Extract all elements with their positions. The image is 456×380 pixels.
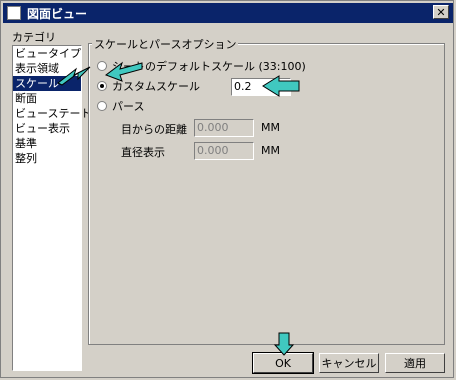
radio-perspective-label: パース	[112, 100, 145, 113]
category-list[interactable]: ビュータイプ 表示領域 スケール 断面 ビューステート ビュー表示 基準 整列	[12, 45, 91, 371]
eye-distance-input[interactable]: 0.000	[194, 119, 254, 137]
diameter-label: 直径表示	[121, 146, 165, 159]
category-item-view-state[interactable]: ビューステート	[13, 106, 91, 121]
app-icon	[7, 6, 21, 20]
annotation-arrow-ok-icon	[273, 332, 295, 356]
eye-distance-label: 目からの距離	[121, 123, 187, 136]
dialog-window: 図面ビュー ✕ カテゴリ ビュータイプ 表示領域 スケール 断面 ビューステート…	[0, 0, 454, 378]
category-label: カテゴリ	[12, 31, 56, 44]
group-title: スケールとパースオプション	[92, 36, 239, 52]
cancel-button[interactable]: キャンセル	[319, 353, 379, 373]
annotation-arrow-custom-icon	[104, 61, 143, 82]
diameter-unit: MM	[261, 144, 280, 157]
category-item-view-type[interactable]: ビュータイプ	[13, 46, 81, 61]
title-bar: 図面ビュー ✕	[3, 3, 453, 23]
annotation-arrow-scale-icon	[57, 66, 91, 86]
apply-button[interactable]: 適用	[385, 353, 445, 373]
eye-distance-unit: MM	[261, 121, 280, 134]
category-item-section[interactable]: 断面	[13, 91, 81, 106]
annotation-arrow-input-icon	[262, 75, 300, 97]
category-item-datum[interactable]: 基準	[13, 136, 81, 151]
radio-perspective[interactable]	[97, 101, 107, 111]
category-item-align[interactable]: 整列	[13, 151, 81, 166]
window-title: 図面ビュー	[27, 6, 88, 21]
close-button[interactable]: ✕	[433, 5, 449, 19]
diameter-input[interactable]: 0.000	[194, 142, 254, 160]
category-item-view-display[interactable]: ビュー表示	[13, 121, 81, 136]
